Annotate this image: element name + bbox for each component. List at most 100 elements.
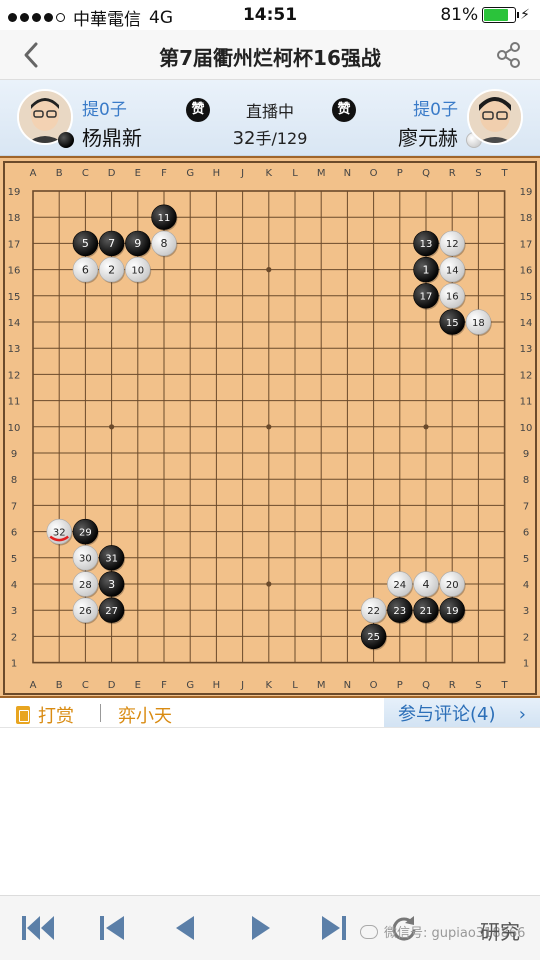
share-button[interactable] <box>494 40 524 70</box>
white-player-name: 廖元赫 <box>398 126 458 150</box>
move-number: 12 <box>446 239 459 250</box>
move-number: 16 <box>446 292 459 303</box>
black-stone[interactable]: 7 <box>98 230 125 258</box>
row-label: 1 <box>11 659 17 670</box>
previous-move-button[interactable] <box>168 912 204 944</box>
column-label: E <box>135 680 141 691</box>
column-label: N <box>344 168 351 179</box>
black-stone[interactable]: 1 <box>413 256 440 284</box>
move-number: 13 <box>420 239 433 250</box>
move-number: 1 <box>423 263 430 276</box>
white-stone[interactable]: 30 <box>72 545 99 572</box>
like-white-button[interactable]: 赞 <box>332 98 356 122</box>
move-number: 30 <box>79 554 92 565</box>
move-number: 19 <box>446 606 459 617</box>
column-label: J <box>240 680 244 691</box>
black-stone[interactable]: 9 <box>125 230 152 258</box>
column-label: K <box>266 168 273 179</box>
commentator-link[interactable]: 弈小天 <box>118 702 172 728</box>
white-player-avatar[interactable] <box>467 89 523 145</box>
white-stone[interactable]: 26 <box>72 597 99 625</box>
column-label: F <box>161 680 167 691</box>
column-label: O <box>370 680 378 691</box>
black-stone[interactable]: 5 <box>72 230 99 258</box>
star-point <box>109 424 115 430</box>
move-number: 28 <box>79 580 92 591</box>
white-stone[interactable]: 20 <box>439 571 466 598</box>
research-button[interactable]: 研究 <box>480 916 520 945</box>
move-number: 9 <box>134 237 141 250</box>
white-stone[interactable]: 8 <box>151 230 178 258</box>
white-stone[interactable]: 10 <box>125 256 152 284</box>
move-number: 26 <box>79 606 92 617</box>
board-canvas[interactable]: AABBCCDDEEFFGGHHJJKKLLMMNNOOPPQQRRSSTT19… <box>0 158 540 700</box>
move-number: 23 <box>393 606 406 617</box>
move-number: 20 <box>446 580 459 591</box>
status-right: 81% ⚡ <box>440 5 530 25</box>
black-stone[interactable]: 13 <box>413 230 440 258</box>
column-label: M <box>317 168 326 179</box>
white-stone[interactable]: 16 <box>439 283 466 310</box>
previous-five-button[interactable] <box>94 912 130 944</box>
black-stone[interactable]: 3 <box>98 571 125 598</box>
column-label: S <box>475 168 481 179</box>
column-label: C <box>82 168 89 179</box>
row-label: 18 <box>520 213 533 224</box>
black-stone[interactable]: 25 <box>360 623 387 651</box>
move-number: 14 <box>446 265 459 276</box>
white-stone[interactable]: 6 <box>72 256 99 284</box>
column-label: H <box>213 680 221 691</box>
next-move-button[interactable] <box>242 912 278 944</box>
go-board[interactable]: A A B B C C D D E E F F G G H H J J K K L L M M N N O O P P Q Q R R S S T T 19… <box>0 156 540 698</box>
move-number: 32 <box>53 527 66 538</box>
move-number: 10 <box>131 265 144 276</box>
row-label: 1 <box>523 659 529 670</box>
row-label: 7 <box>523 501 529 512</box>
chevron-right-icon: › <box>518 704 526 725</box>
row-label: 15 <box>520 292 533 303</box>
battery-icon <box>482 7 520 23</box>
action-bar: 打赏 弈小天 参与评论(4) › <box>0 698 540 728</box>
black-stone[interactable]: 23 <box>387 597 414 625</box>
white-stone[interactable]: 4 <box>413 571 440 598</box>
black-stone[interactable]: 31 <box>98 545 125 572</box>
star-point <box>423 424 429 430</box>
live-status: 直播中 <box>245 102 294 121</box>
black-stone[interactable]: 29 <box>72 518 99 546</box>
reward-button[interactable]: 打赏 <box>16 702 74 728</box>
column-label: T <box>501 680 509 691</box>
white-stone[interactable]: 12 <box>439 230 466 258</box>
column-label: D <box>108 168 116 179</box>
row-label: 10 <box>520 423 533 434</box>
column-label: H <box>213 168 221 179</box>
white-stone[interactable]: 24 <box>387 571 414 598</box>
move-number: 22 <box>367 606 380 617</box>
page-title: 第7届衢州烂柯杯16强战 <box>159 46 381 70</box>
row-label: 14 <box>8 318 21 329</box>
row-label: 5 <box>523 554 529 565</box>
white-stone[interactable]: 2 <box>98 256 125 284</box>
black-stone[interactable]: 11 <box>151 204 178 232</box>
move-number: 15 <box>446 318 459 329</box>
white-stone[interactable]: 32 <box>46 518 73 546</box>
white-stone[interactable]: 18 <box>465 309 492 336</box>
last-move-button[interactable] <box>316 912 352 944</box>
play-icon <box>252 916 270 940</box>
black-stone[interactable]: 15 <box>439 309 466 336</box>
white-stone[interactable]: 28 <box>72 571 99 598</box>
row-label: 5 <box>11 554 17 565</box>
column-label: F <box>161 168 167 179</box>
comments-button[interactable]: 参与评论(4) › <box>384 698 540 727</box>
black-stone[interactable]: 19 <box>439 597 466 625</box>
column-label: G <box>186 168 194 179</box>
black-stone[interactable]: 21 <box>413 597 440 625</box>
star-point <box>266 267 272 273</box>
row-label: 3 <box>523 606 529 617</box>
first-move-button[interactable] <box>20 912 56 944</box>
black-stone[interactable]: 27 <box>98 597 125 625</box>
black-stone[interactable]: 17 <box>413 283 440 310</box>
column-label: O <box>370 168 378 179</box>
white-stone[interactable]: 14 <box>439 256 466 284</box>
white-stone[interactable]: 22 <box>360 597 387 625</box>
row-label: 19 <box>520 187 533 198</box>
